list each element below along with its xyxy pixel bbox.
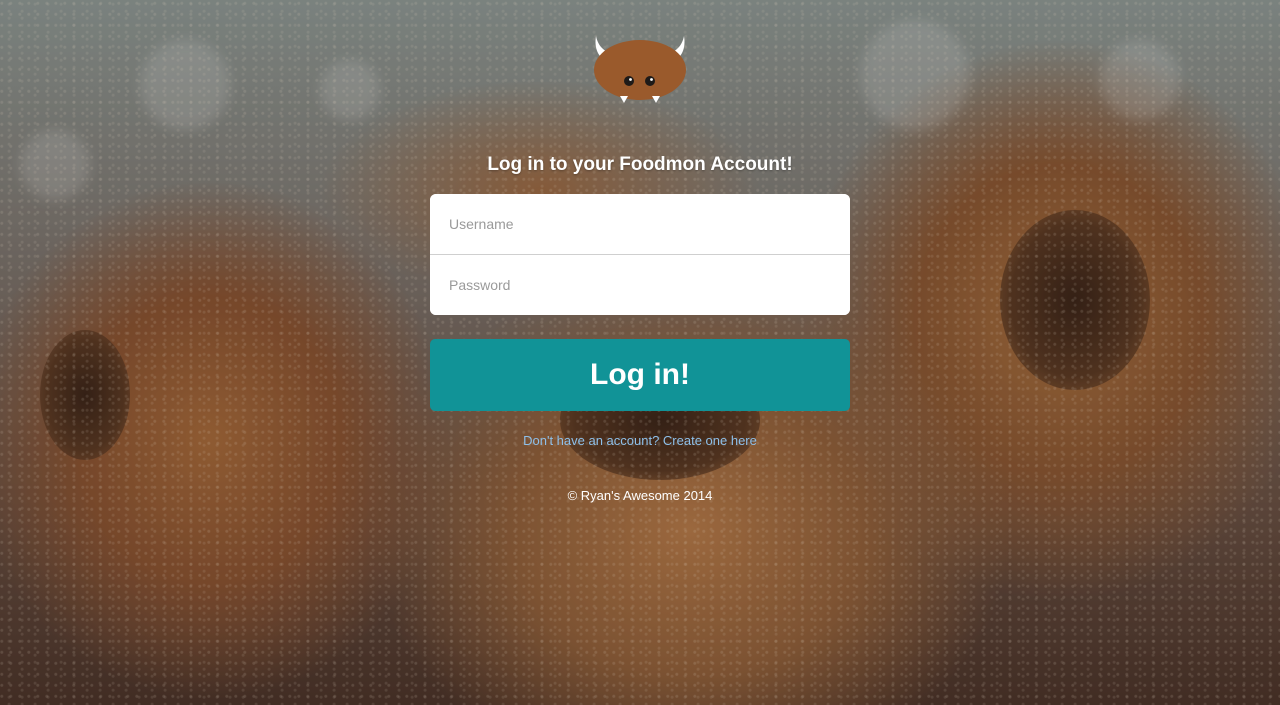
login-button[interactable]: Log in! [430,339,850,411]
horned-monster-icon [590,34,690,104]
login-form [430,194,850,315]
username-input[interactable] [430,194,850,254]
login-page: Log in to your Foodmon Account! Log in! … [0,0,1280,705]
page-title: Log in to your Foodmon Account! [487,154,793,175]
password-input[interactable] [430,255,850,315]
footer-copyright: © Ryan's Awesome 2014 [567,488,713,503]
create-account-link[interactable]: Don't have an account? Create one here [0,433,1280,448]
